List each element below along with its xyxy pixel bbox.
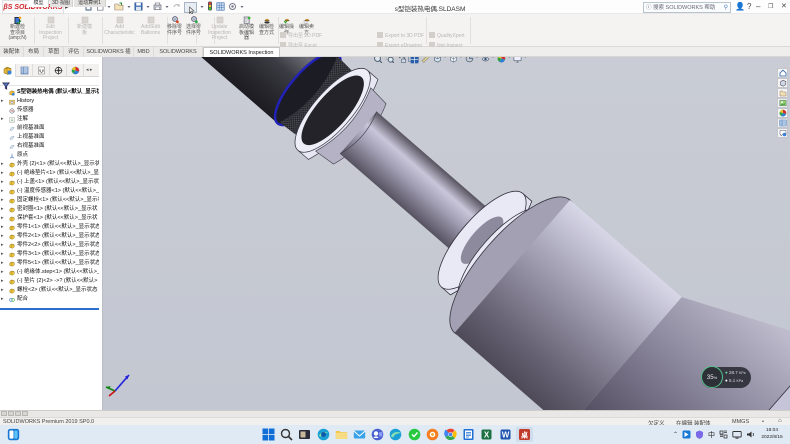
svg-text:桌: 桌 <box>520 431 528 440</box>
svg-text:A: A <box>11 117 14 122</box>
svg-text:W: W <box>501 431 509 440</box>
svg-text:X: X <box>484 431 490 440</box>
